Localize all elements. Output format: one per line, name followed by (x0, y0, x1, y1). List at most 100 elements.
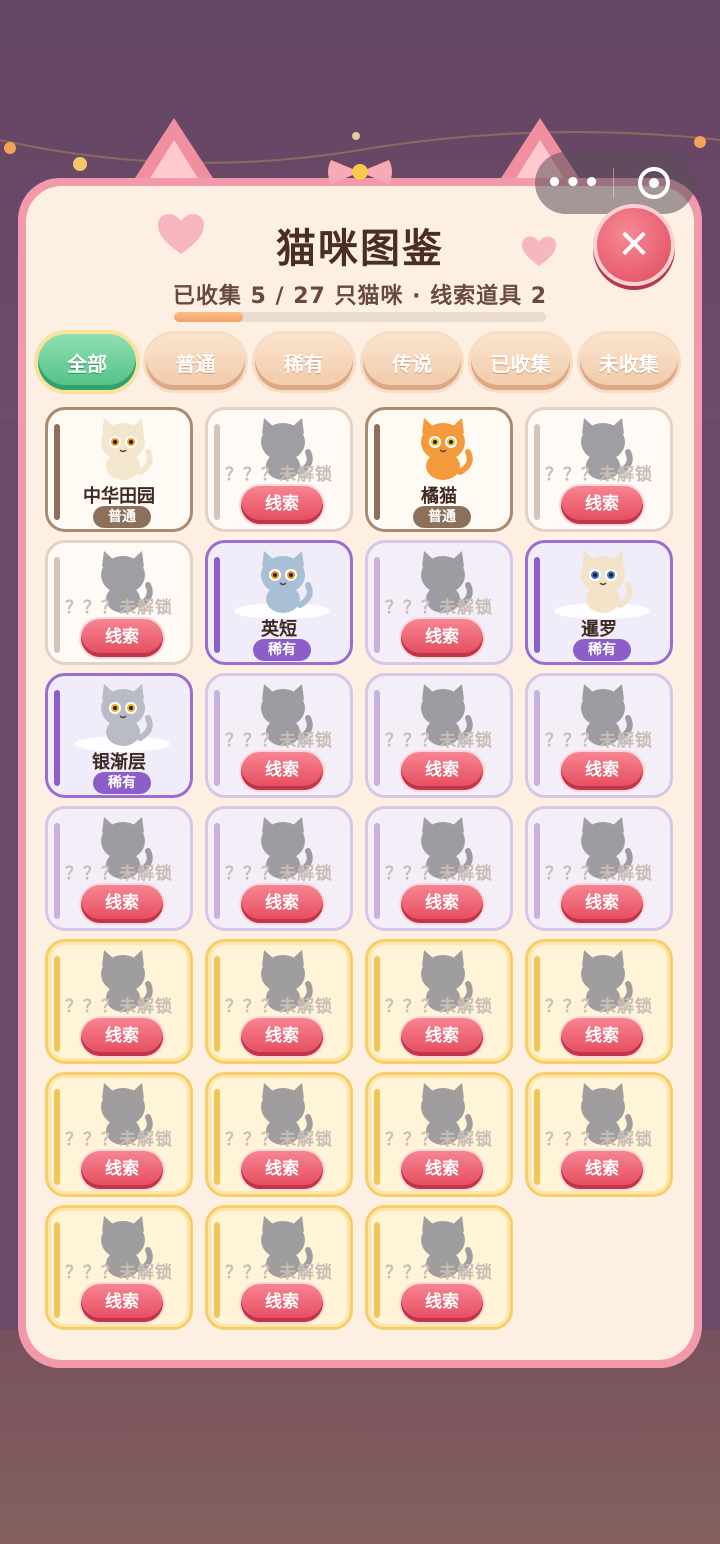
cat-card-locked[interactable]: ？？？未解锁 线索 (365, 939, 513, 1064)
clue-button[interactable]: 线索 (401, 1151, 483, 1189)
cat-card-locked[interactable]: ？？？未解锁 线索 (45, 540, 193, 665)
tab-filter[interactable]: 稀有 (254, 334, 353, 390)
filter-tabs: 全部 普通 稀有 传说 已收集 未收集 (38, 334, 678, 394)
clue-button[interactable]: 线索 (241, 486, 323, 524)
cat-card-locked[interactable]: ？？？未解锁 线索 (45, 1072, 193, 1197)
exit-miniprogram-button[interactable] (614, 167, 694, 199)
locked-label: ？？？未解锁 (225, 864, 333, 884)
clue-button[interactable]: 线索 (241, 1284, 323, 1322)
cat-card-locked[interactable]: ？？？未解锁 线索 (205, 1205, 353, 1330)
cat-card-locked[interactable]: ？？？未解锁 线索 (365, 540, 513, 665)
cat-card-collected[interactable]: 中华田园 普通 (45, 407, 193, 532)
locked-label: ？？？未解锁 (385, 598, 493, 618)
locked-label: ？？？未解锁 (385, 731, 493, 751)
locked-label: ？？？未解锁 (65, 598, 173, 618)
locked-label: ？？？未解锁 (545, 465, 653, 485)
locked-label: ？？？未解锁 (225, 1130, 333, 1150)
clue-button[interactable]: 线索 (241, 1151, 323, 1189)
tab-filter[interactable]: 已收集 (471, 334, 570, 390)
locked-label: ？？？未解锁 (545, 1130, 653, 1150)
locked-label: ？？？未解锁 (65, 864, 173, 884)
tab-filter[interactable]: 传说 (362, 334, 462, 390)
cat-icon (568, 545, 638, 615)
cat-icon (408, 412, 478, 482)
locked-label: ？？？未解锁 (545, 731, 653, 751)
cat-name: 暹罗 (581, 619, 617, 640)
cat-card-locked[interactable]: ？？？未解锁 线索 (45, 1205, 193, 1330)
cat-card-locked[interactable]: ？？？未解锁 线索 (205, 806, 353, 931)
clue-button[interactable]: 线索 (561, 885, 643, 923)
cat-collection-grid: 中华田园 普通 ？？？未解锁 线索 橘猫 普通 ？？？未解锁 线索 ？？？未解锁 线索 (45, 407, 675, 1330)
clue-button[interactable]: 线索 (401, 1284, 483, 1322)
rarity-badge: 稀有 (93, 772, 151, 794)
cat-card-locked[interactable]: ？？？未解锁 线索 (205, 407, 353, 532)
clue-button[interactable]: 线索 (401, 1018, 483, 1056)
clue-button[interactable]: 线索 (81, 1151, 163, 1189)
tab-filter[interactable]: 全部 (38, 334, 137, 390)
clue-button[interactable]: 线索 (401, 619, 483, 657)
locked-label: ？？？未解锁 (225, 997, 333, 1017)
locked-label: ？？？未解锁 (225, 731, 333, 751)
clue-button[interactable]: 线索 (81, 1018, 163, 1056)
cat-name: 银渐层 (92, 752, 146, 773)
rarity-badge: 稀有 (573, 639, 631, 661)
close-button[interactable]: ✕ (593, 204, 675, 286)
cat-card-locked[interactable]: ？？？未解锁 线索 (365, 673, 513, 798)
locked-label: ？？？未解锁 (225, 1263, 333, 1283)
clue-button[interactable]: 线索 (81, 885, 163, 923)
clue-button[interactable]: 线索 (401, 752, 483, 790)
cat-card-locked[interactable]: ？？？未解锁 线索 (365, 806, 513, 931)
tab-filter[interactable]: 未收集 (579, 334, 678, 390)
locked-label: ？？？未解锁 (65, 1130, 173, 1150)
cat-name: 橘猫 (421, 486, 457, 507)
clue-button[interactable]: 线索 (401, 885, 483, 923)
clue-button[interactable]: 线索 (241, 752, 323, 790)
rarity-badge: 稀有 (253, 639, 311, 661)
rarity-badge: 普通 (413, 506, 471, 528)
locked-label: ？？？未解锁 (385, 997, 493, 1017)
collection-summary: 已收集 5 / 27 只猫咪 · 线索道具 2 (172, 284, 548, 309)
collection-progress-bar (174, 312, 546, 322)
cat-card-collected[interactable]: 橘猫 普通 (365, 407, 513, 532)
miniprogram-capsule: ••• (535, 152, 695, 214)
locked-label: ？？？未解锁 (545, 864, 653, 884)
bow-decoration (328, 160, 392, 184)
cat-card-locked[interactable]: ？？？未解锁 线索 (365, 1072, 513, 1197)
clue-button[interactable]: 线索 (241, 885, 323, 923)
cat-card-locked[interactable]: ？？？未解锁 线索 (525, 673, 673, 798)
rarity-badge: 普通 (93, 506, 151, 528)
cat-card-locked[interactable]: ？？？未解锁 线索 (525, 939, 673, 1064)
target-icon (638, 167, 670, 199)
cat-card-locked[interactable]: ？？？未解锁 线索 (365, 1205, 513, 1330)
cat-name: 英短 (261, 619, 297, 640)
cat-name: 中华田园 (83, 486, 155, 507)
clue-button[interactable]: 线索 (561, 1018, 643, 1056)
locked-label: ？？？未解锁 (545, 997, 653, 1017)
cat-card-locked[interactable]: ？？？未解锁 线索 (525, 806, 673, 931)
cat-card-locked[interactable]: ？？？未解锁 线索 (525, 407, 673, 532)
more-options-button[interactable]: ••• (535, 168, 613, 198)
cat-card-collected[interactable]: 英短 稀有 (205, 540, 353, 665)
clue-button[interactable]: 线索 (241, 1018, 323, 1056)
locked-label: ？？？未解锁 (385, 1130, 493, 1150)
clue-button[interactable]: 线索 (561, 752, 643, 790)
cat-card-locked[interactable]: ？？？未解锁 线索 (205, 939, 353, 1064)
clue-button[interactable]: 线索 (561, 1151, 643, 1189)
cat-icon (88, 678, 158, 748)
cat-icon (88, 412, 158, 482)
cat-card-collected[interactable]: 暹罗 稀有 (525, 540, 673, 665)
locked-label: ？？？未解锁 (225, 465, 333, 485)
cat-card-locked[interactable]: ？？？未解锁 线索 (205, 1072, 353, 1197)
clue-button[interactable]: 线索 (561, 486, 643, 524)
clue-button[interactable]: 线索 (81, 1284, 163, 1322)
cat-card-locked[interactable]: ？？？未解锁 线索 (525, 1072, 673, 1197)
locked-label: ？？？未解锁 (385, 1263, 493, 1283)
cat-card-locked[interactable]: ？？？未解锁 线索 (45, 806, 193, 931)
locked-label: ？？？未解锁 (385, 864, 493, 884)
clue-button[interactable]: 线索 (81, 619, 163, 657)
cat-card-collected[interactable]: 银渐层 稀有 (45, 673, 193, 798)
cat-card-locked[interactable]: ？？？未解锁 线索 (45, 939, 193, 1064)
cat-icon (248, 545, 318, 615)
cat-card-locked[interactable]: ？？？未解锁 线索 (205, 673, 353, 798)
tab-filter[interactable]: 普通 (146, 334, 245, 390)
